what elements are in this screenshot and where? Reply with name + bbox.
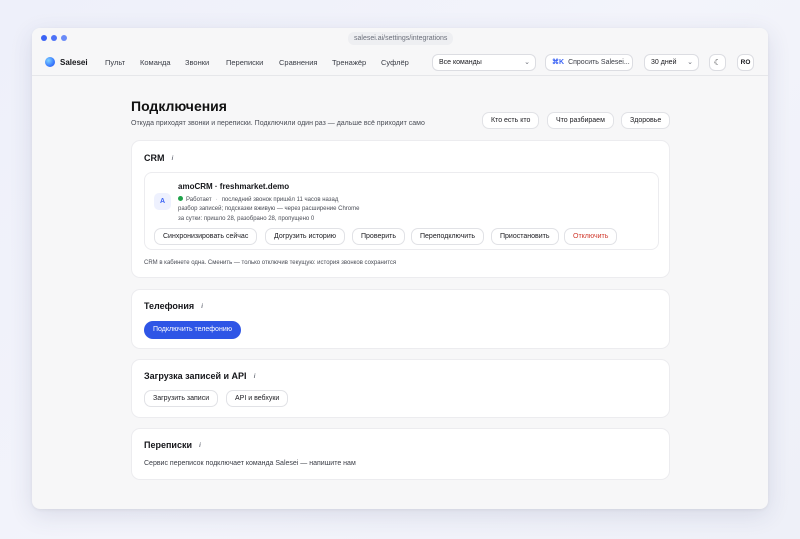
info-icon[interactable]: i [169,155,177,163]
info-icon[interactable]: i [198,303,206,311]
load-history-button[interactable]: Догрузить историю [265,228,345,245]
who-is-who-button[interactable]: Кто есть кто [482,112,540,129]
ask-salesei-label: Спросить Salesei... [568,59,630,66]
nav-item-compare[interactable]: Сравнения [279,58,317,67]
theme-toggle-button[interactable]: ☾ [709,54,726,71]
crm-last-call: последний звонок пришёл 11 часов назад [221,197,339,203]
chats-card: Переписки i Сервис переписок подключает к… [131,428,670,480]
window-controls [41,35,67,41]
crm-status-line: Работает · последний звонок пришёл 11 часо… [178,196,338,203]
address-bar[interactable]: salesei.ai/settings/integrations [348,32,454,45]
chats-title-text: Переписки [144,440,192,450]
check-button[interactable]: Проверить [352,228,406,245]
pause-button[interactable]: Приостановить [491,228,559,245]
app-window: salesei.ai/settings/integrations Salesei… [32,28,768,509]
sync-now-button[interactable]: Синхронизировать сейчас [154,228,258,245]
crm-connection-panel: A amoCRM · freshmarket.demo Работает · пос… [144,172,659,250]
minimize-dot[interactable] [51,35,57,41]
info-icon[interactable]: i [251,373,259,381]
nav-item-pult[interactable]: Пульт [105,58,125,67]
period-select[interactable]: 30 дней ⌄ [644,54,699,71]
nav-item-team[interactable]: Команда [140,58,171,67]
crm-note: CRM в кабинете одна. Сменить — только от… [144,260,397,266]
chats-title: Переписки i [144,440,204,450]
uploads-card: Загрузка записей и API i Загрузить записи… [131,359,670,418]
page-subtitle: Откуда приходят звонки и переписки. Подк… [131,120,425,127]
info-icon[interactable]: i [196,442,204,450]
uploads-title-text: Загрузка записей и API [144,371,247,381]
crm-stats: за сутки: пришло 28, разобрано 28, пропу… [178,216,315,222]
what-we-review-button[interactable]: Что разбираем [547,112,614,129]
crm-title-text: CRM [144,153,165,163]
maximize-dot[interactable] [61,35,67,41]
disconnect-button[interactable]: Отключить [564,228,618,245]
chats-info-text: Сервис переписок подключает команда Sale… [144,460,356,467]
crm-status: Работает [186,197,212,203]
logo-icon [45,57,55,67]
reconnect-button[interactable]: Переподключить [411,228,485,245]
uploads-title: Загрузка записей и API i [144,371,259,381]
telephony-title-text: Телефония [144,301,195,311]
browser-titlebar: salesei.ai/settings/integrations [32,28,768,48]
nav-item-prompter[interactable]: Суфлёр [381,58,409,67]
shortcut-hint: ⌘K [552,59,565,66]
nav-item-chats[interactable]: Переписки [226,58,263,67]
avatar[interactable]: RO [737,54,754,71]
ask-salesei-button[interactable]: ⌘K Спросить Salesei... [545,54,633,71]
crm-connection-name: amoCRM · freshmarket.demo [178,182,290,191]
crm-card: CRM i A amoCRM · freshmarket.demo Работае… [131,140,670,278]
telephony-title: Телефония i [144,301,206,311]
nav-item-calls[interactable]: Звонки [185,58,209,67]
team-select[interactable]: Все команды ⌄ [432,54,536,71]
chevron-down-icon: ⌄ [687,59,693,66]
health-button[interactable]: Здоровье [621,112,671,129]
amocrm-logo: A [154,193,171,210]
brand-name: Salesei [60,57,88,67]
period-select-value: 30 дней [651,59,677,66]
page-title: Подключения [131,98,227,114]
api-webhooks-button[interactable]: API и вебхуки [226,390,289,407]
nav-item-trainer[interactable]: Тренажёр [332,58,366,67]
connect-telephony-button[interactable]: Подключить телефонию [144,321,241,339]
moon-icon: ☾ [713,58,722,67]
upload-records-button[interactable]: Загрузить записи [144,390,219,407]
crm-mode: разбор записей; подсказки вживую — через… [178,206,360,212]
telephony-card: Телефония i Подключить телефонию [131,289,670,349]
brand-logo[interactable]: Salesei [45,57,88,67]
team-select-value: Все команды [439,59,482,66]
status-dot-icon [178,196,183,201]
crm-title: CRM i [144,153,177,163]
chevron-down-icon: ⌄ [524,59,530,66]
close-dot[interactable] [41,35,47,41]
